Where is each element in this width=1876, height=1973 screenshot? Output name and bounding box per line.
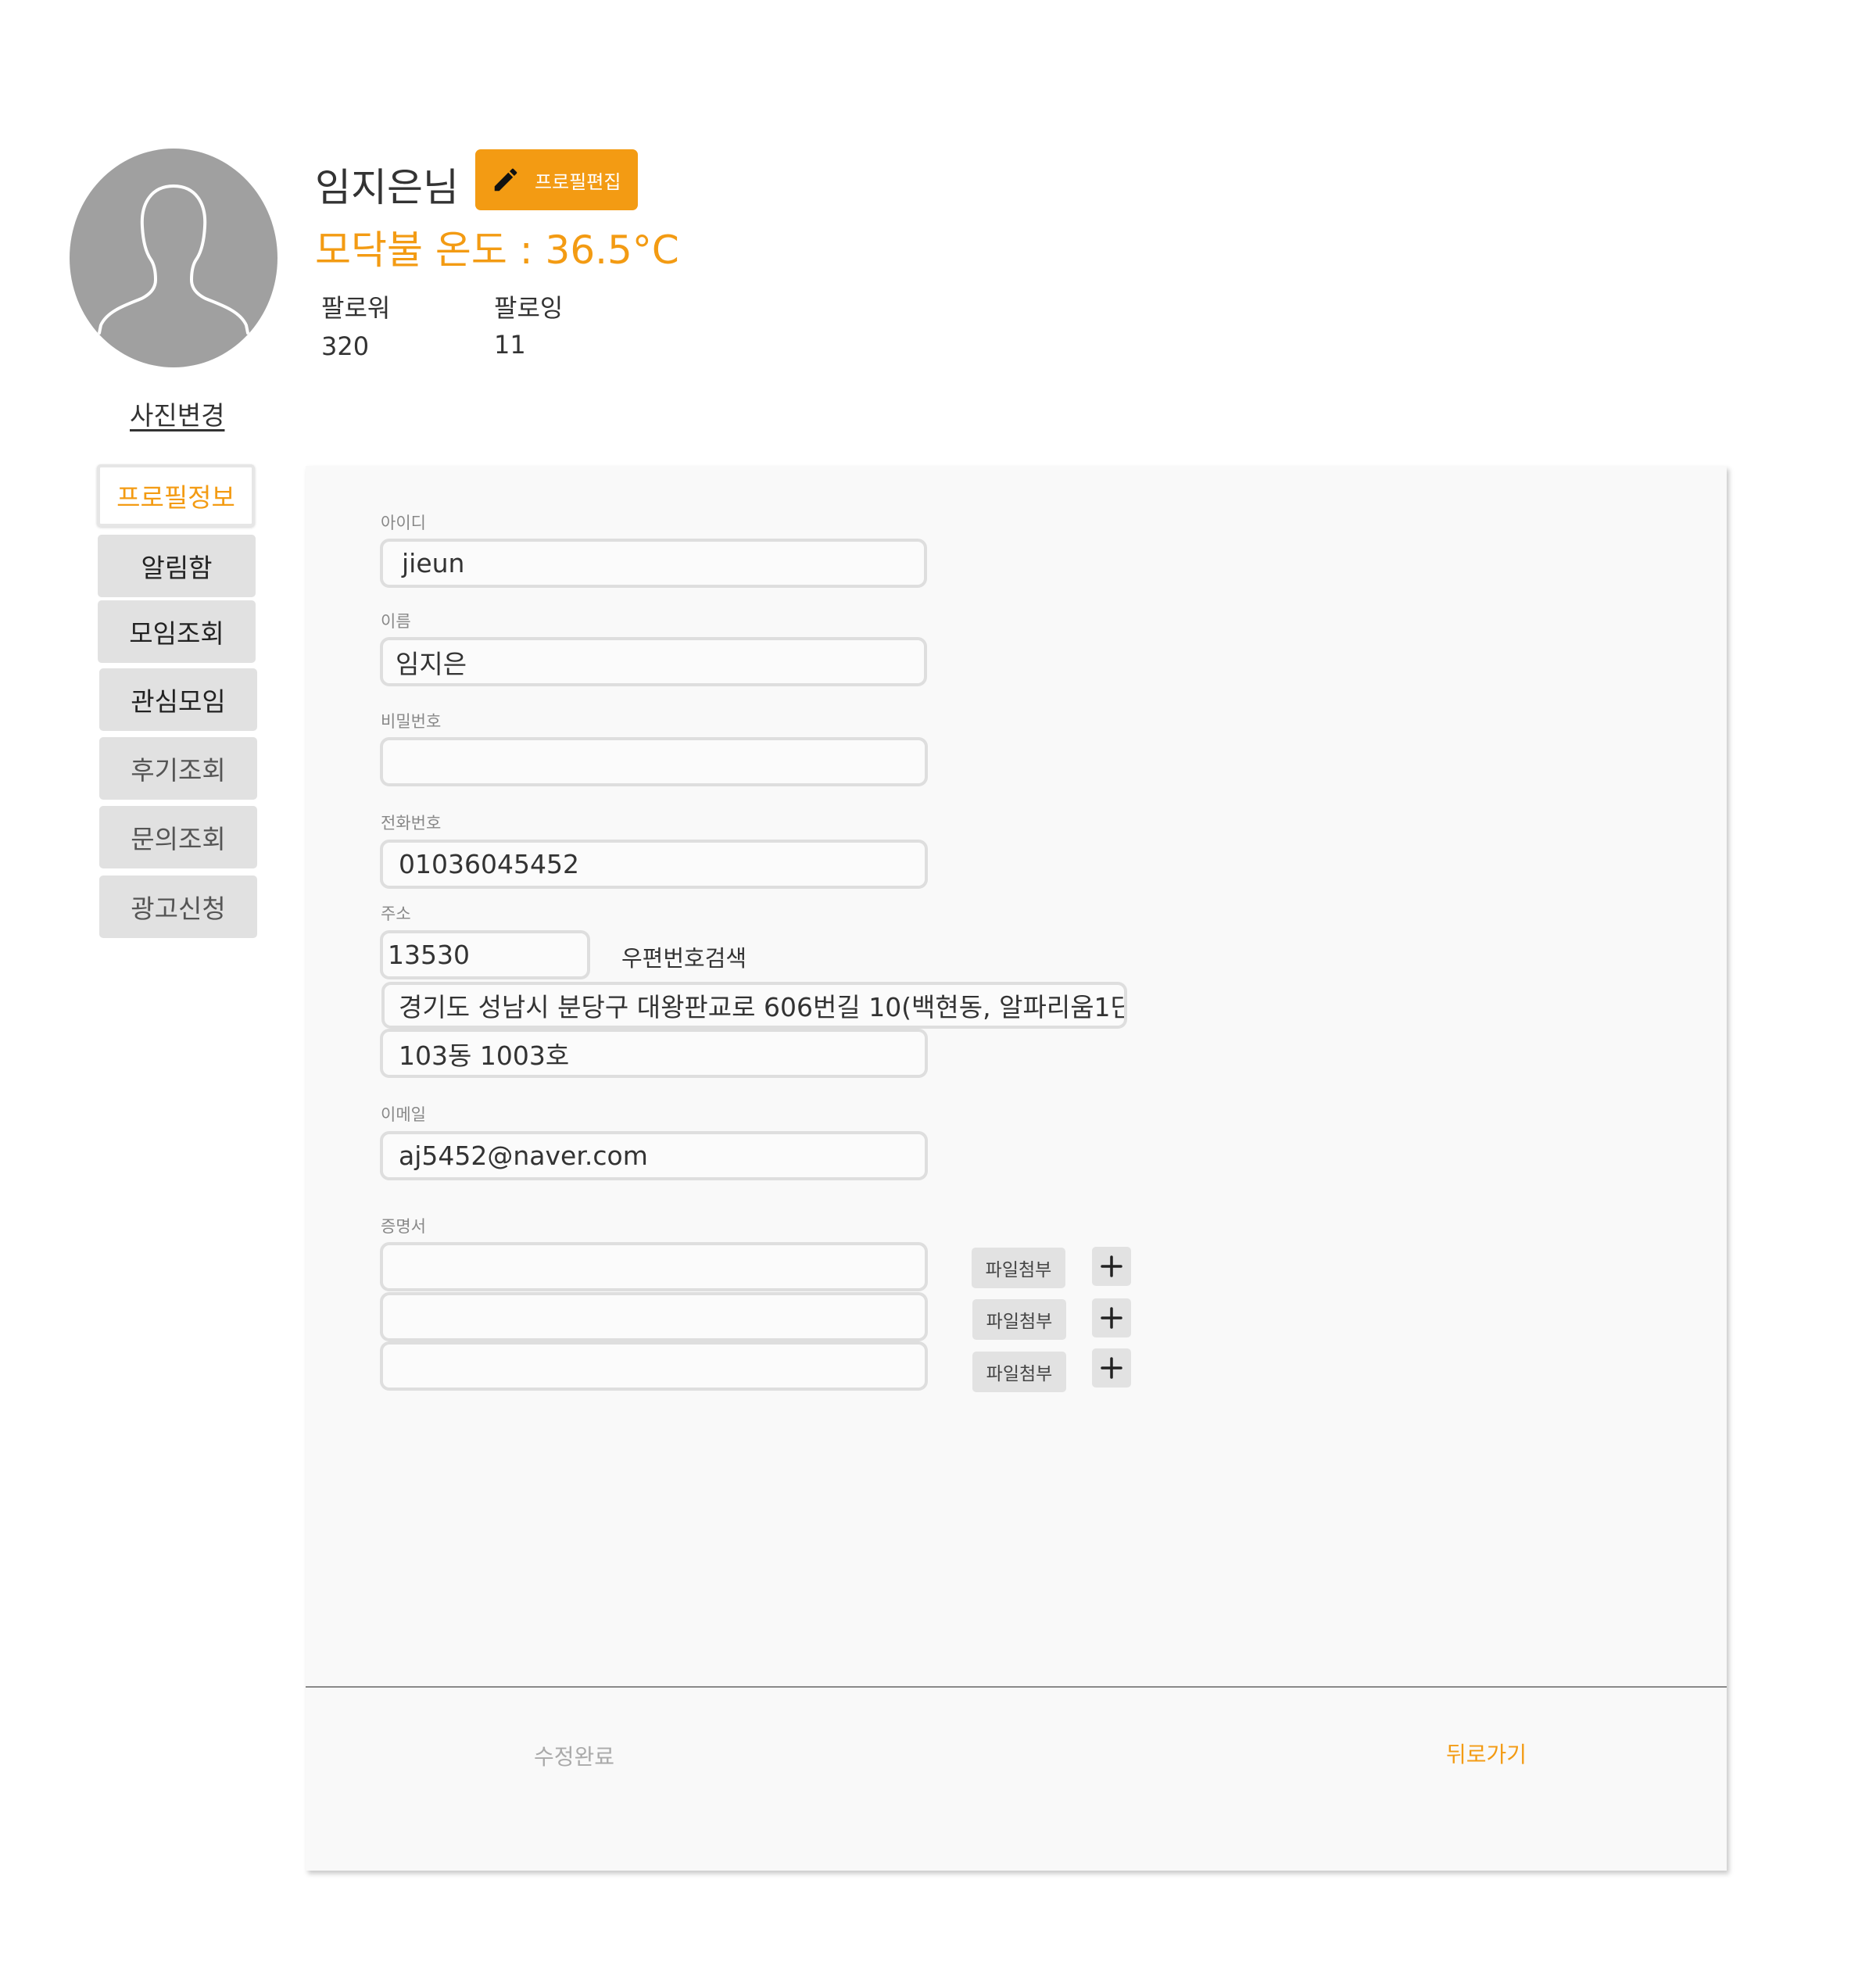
password-label: 비밀번호 (381, 712, 442, 731)
menu-item-notifications[interactable]: 알림함 (98, 535, 256, 597)
certificate-field-1[interactable] (380, 1242, 928, 1291)
avatar (70, 149, 277, 367)
plus-icon (1101, 1357, 1122, 1379)
password-field[interactable] (380, 737, 928, 786)
id-field[interactable]: jieun (380, 539, 927, 588)
menu-item-reviews[interactable]: 후기조회 (99, 737, 257, 800)
name-label: 이름 (381, 612, 411, 631)
add-certificate-button-1[interactable] (1092, 1247, 1131, 1286)
followers-count: 320 (321, 331, 370, 361)
id-label: 아이디 (381, 514, 426, 532)
name-field[interactable]: 임지은 (380, 637, 927, 686)
back-button[interactable]: 뒤로가기 (1446, 1738, 1527, 1769)
file-attach-button-1[interactable]: 파일첨부 (972, 1248, 1065, 1288)
menu-item-ad-request[interactable]: 광고신청 (99, 875, 257, 938)
address-label: 주소 (381, 904, 411, 923)
menu-item-inquiries[interactable]: 문의조회 (99, 806, 257, 868)
edit-profile-button[interactable]: 프로필편집 (475, 149, 638, 210)
zipcode-search-button[interactable]: 우편번호검색 (621, 940, 746, 973)
plus-icon (1101, 1255, 1122, 1277)
phone-field[interactable]: 01036045452 (380, 840, 928, 889)
certificate-label: 증명서 (381, 1217, 426, 1236)
plus-icon (1101, 1307, 1122, 1329)
photo-change-link[interactable]: 사진변경 (130, 395, 224, 432)
file-attach-button-3[interactable]: 파일첨부 (972, 1352, 1066, 1392)
add-certificate-button-2[interactable] (1092, 1298, 1131, 1337)
followers-label: 팔로워 (321, 293, 391, 323)
user-silhouette-icon (98, 184, 249, 335)
following-count: 11 (494, 330, 526, 360)
edit-profile-label: 프로필편집 (535, 170, 621, 193)
address-line2-field[interactable]: 103동 1003호 (380, 1029, 928, 1078)
email-field[interactable]: aj5452@naver.com (380, 1131, 928, 1180)
zipcode-field[interactable]: 13530 (380, 930, 590, 979)
menu-item-meetings[interactable]: 모임조회 (98, 600, 256, 663)
temperature-text: 모닥불 온도 : 36.5°C (315, 227, 679, 273)
following-label: 팔로잉 (494, 293, 564, 323)
phone-label: 전화번호 (381, 814, 442, 833)
pencil-icon (494, 168, 517, 192)
certificate-field-3[interactable] (380, 1341, 928, 1391)
add-certificate-button-3[interactable] (1092, 1348, 1131, 1388)
profile-form-panel: 아이디 jieun 이름 임지은 비밀번호 전화번호 01036045452 주… (306, 466, 1727, 1871)
file-attach-button-2[interactable]: 파일첨부 (972, 1299, 1066, 1340)
address-line1-field[interactable]: 경기도 성남시 분당구 대왕판교로 606번길 10(백현동, 알파리움1단지 (381, 982, 1127, 1029)
footer-divider (306, 1686, 1727, 1688)
user-name: 임지은님 (315, 165, 459, 210)
certificate-field-2[interactable] (380, 1292, 928, 1341)
menu-item-profile-info[interactable]: 프로필정보 (97, 464, 255, 527)
menu-item-interests[interactable]: 관심모임 (99, 668, 257, 731)
submit-button[interactable]: 수정완료 (534, 1740, 614, 1771)
email-label: 이메일 (381, 1105, 426, 1124)
